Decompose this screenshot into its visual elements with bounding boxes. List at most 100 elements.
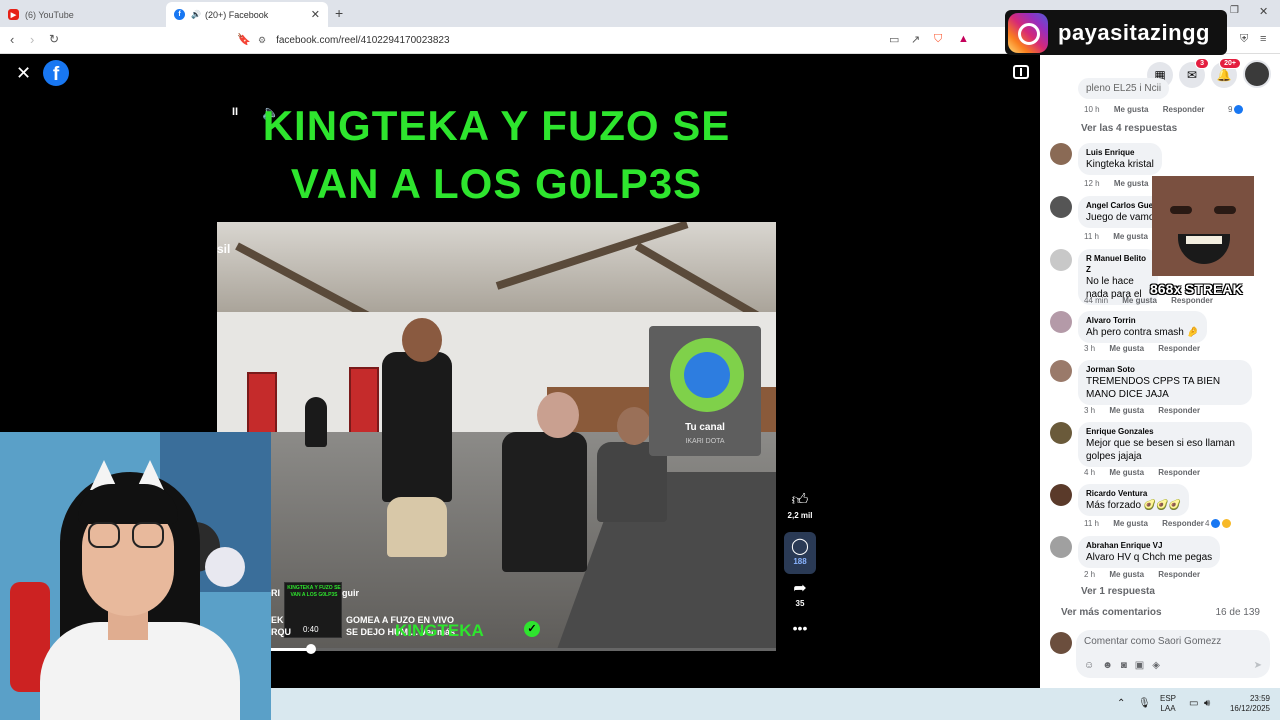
bookmark-icon[interactable]: 🔖	[237, 33, 251, 46]
comment-reply-button[interactable]: Responder	[1162, 519, 1204, 528]
url-field[interactable]: ⚙ facebook.com/reel/4102294170023823	[258, 30, 978, 51]
maximize-icon[interactable]: ❐	[1230, 5, 1239, 16]
commenter-name[interactable]: R Manuel Belito Z	[1086, 253, 1150, 275]
comment-like-button[interactable]: Me gusta	[1113, 519, 1148, 528]
new-tab-button[interactable]: +	[335, 5, 343, 21]
tab-youtube[interactable]: ▶ (6) YouTube	[0, 2, 166, 27]
comment-like-button[interactable]: Me gusta	[1109, 570, 1144, 579]
video-person	[502, 432, 587, 572]
expand-panel-icon[interactable]	[1013, 65, 1029, 79]
language-indicator[interactable]: ESP LAA	[1160, 694, 1176, 714]
facebook-logo[interactable]: f	[43, 60, 69, 86]
comment-bubble: Enrique Gonzales Mejor que se besen si e…	[1078, 422, 1252, 467]
comment-reply-button[interactable]: Responder	[1158, 406, 1200, 415]
comment-time: 3 h	[1084, 344, 1096, 353]
commenter-name[interactable]: Angel Carlos Gue	[1086, 200, 1159, 211]
lang-line1: ESP	[1160, 694, 1177, 703]
brave-shield-icon[interactable]: ⛉	[934, 33, 942, 46]
share-page-icon[interactable]: ↗	[911, 33, 920, 46]
reel-title-overlay: KINGTEKA Y FUZO SE VAN A LOS G0LP3S	[217, 98, 776, 222]
close-tab-icon[interactable]: ✕	[311, 8, 320, 21]
menu-icon[interactable]: ≡	[1260, 33, 1266, 45]
microphone-icon[interactable]: 🎙︎	[1138, 698, 1151, 709]
send-icon[interactable]: ➤	[1254, 660, 1262, 671]
comment-like-button[interactable]: Me gusta	[1114, 105, 1149, 114]
sticker-icon[interactable]: ◈	[1152, 660, 1168, 671]
camera-icon[interactable]: ◙	[1121, 660, 1135, 671]
comment-reply-button[interactable]: Responder	[1163, 105, 1205, 114]
like-button[interactable]: 👍︎ 2,2 mil	[783, 491, 817, 520]
commenter-name[interactable]: Enrique Gonzales	[1086, 426, 1244, 437]
emoji-icon[interactable]: ☻	[1102, 660, 1121, 671]
comment-meta: 11 h Me gusta Responder	[1084, 519, 1204, 528]
speaker-icon[interactable]: 🔊︎	[1204, 698, 1210, 709]
commenter-name[interactable]: Alvaro Torrin	[1086, 315, 1199, 326]
see-more-comments[interactable]: Ver más comentarios	[1061, 607, 1162, 618]
site-info-icon[interactable]: ⚙	[258, 35, 266, 46]
commenter-avatar[interactable]	[1050, 422, 1072, 444]
commenter-name[interactable]: Ricardo Ventura	[1086, 488, 1181, 499]
see-replies-1[interactable]: Ver 1 respuesta	[1081, 586, 1155, 597]
commenter-avatar[interactable]	[1050, 311, 1072, 333]
follow-button[interactable]: guir	[342, 588, 359, 598]
vpn-icon[interactable]: ⛨	[1240, 33, 1248, 46]
comment-time: 10 h	[1084, 105, 1100, 114]
comment-like-button[interactable]: Me gusta	[1114, 179, 1149, 188]
avatar-sticker-icon[interactable]: ☺	[1084, 660, 1102, 671]
comment-text: pleno EL25 i Ncii	[1086, 83, 1162, 94]
forward-icon[interactable]: ›	[30, 32, 34, 47]
commenter-name[interactable]: Luis Enrique	[1086, 147, 1154, 158]
close-window-icon[interactable]: ✕	[1259, 5, 1268, 18]
tab-facebook[interactable]: f 🔊 (20+) Facebook ✕	[166, 2, 328, 27]
comment-like-button[interactable]: Me gusta	[1109, 406, 1144, 415]
caption-prefix-1: EK	[271, 615, 284, 625]
cast-icon[interactable]: ▭	[889, 33, 899, 46]
comment-like-button[interactable]: Me gusta	[1122, 296, 1157, 305]
comment-like-button[interactable]: Me gusta	[1113, 232, 1148, 241]
reload-icon[interactable]: ↻	[49, 32, 59, 46]
comment-count: 188	[793, 557, 807, 566]
close-icon[interactable]: ✕	[16, 63, 31, 84]
comment-meta: 12 h Me gusta	[1084, 179, 1148, 188]
profile-avatar[interactable]	[1243, 60, 1271, 88]
commenter-name[interactable]: Jorman Soto	[1086, 364, 1244, 375]
video-thumbnail[interactable]: KINGTEKA Y FUZO SE VAN A LOS G0LP3S 0:40	[284, 582, 342, 638]
comment-reply-button[interactable]: Responder	[1158, 570, 1200, 579]
commenter-name[interactable]: Abrahan Enrique VJ	[1086, 540, 1212, 551]
comment-reply-button[interactable]: Responder	[1158, 344, 1200, 353]
gif-icon[interactable]: ▣	[1135, 660, 1152, 671]
composer-tools[interactable]: ☺☻◙▣◈	[1084, 660, 1168, 671]
more-options-button[interactable]: •••	[783, 620, 817, 636]
comment-like-button[interactable]: Me gusta	[1109, 344, 1144, 353]
commenter-avatar[interactable]	[1050, 196, 1072, 218]
comment-input[interactable]: Comentar como Saori Gomezz ☺☻◙▣◈ ➤	[1076, 630, 1270, 678]
comment-like-button[interactable]: Me gusta	[1109, 468, 1144, 477]
tray-overflow-icon[interactable]: ⌃	[1117, 698, 1125, 709]
like-reaction-icon	[1211, 519, 1221, 529]
share-button[interactable]: ➦ 35	[783, 578, 817, 608]
commenter-avatar[interactable]	[1050, 536, 1072, 558]
see-replies-4[interactable]: Ver las 4 respuestas	[1081, 123, 1177, 134]
notifications-button[interactable]: 🔔 20+	[1211, 58, 1241, 88]
verified-icon: ✓	[524, 621, 540, 637]
video-ceiling	[217, 222, 776, 312]
commenter-avatar[interactable]	[1050, 360, 1072, 382]
facebook-favicon-icon: f	[174, 9, 185, 20]
name-overlay: KINGTEKA	[395, 621, 484, 640]
brave-rewards-icon[interactable]: ▲	[958, 33, 969, 45]
comment-meta: 4 h Me gusta Responder	[1084, 468, 1200, 477]
comment-button[interactable]: ◯ 188	[783, 532, 817, 574]
commenter-avatar[interactable]	[1050, 484, 1072, 506]
taskbar-clock[interactable]: 23:59 16/12/2025	[1224, 694, 1270, 714]
seek-bar[interactable]	[271, 648, 776, 651]
channel-card[interactable]: Tu canal IKARI DOTA	[649, 326, 761, 456]
seek-handle[interactable]	[306, 644, 316, 654]
messenger-button[interactable]: ✉ 3	[1179, 58, 1209, 88]
comment-reply-button[interactable]: Responder	[1171, 296, 1213, 305]
video-person	[382, 352, 452, 502]
network-icon[interactable]: ▭	[1189, 698, 1198, 709]
commenter-avatar[interactable]	[1050, 249, 1072, 271]
comment-reply-button[interactable]: Responder	[1158, 468, 1200, 477]
back-icon[interactable]: ‹	[10, 32, 14, 47]
commenter-avatar[interactable]	[1050, 143, 1072, 165]
